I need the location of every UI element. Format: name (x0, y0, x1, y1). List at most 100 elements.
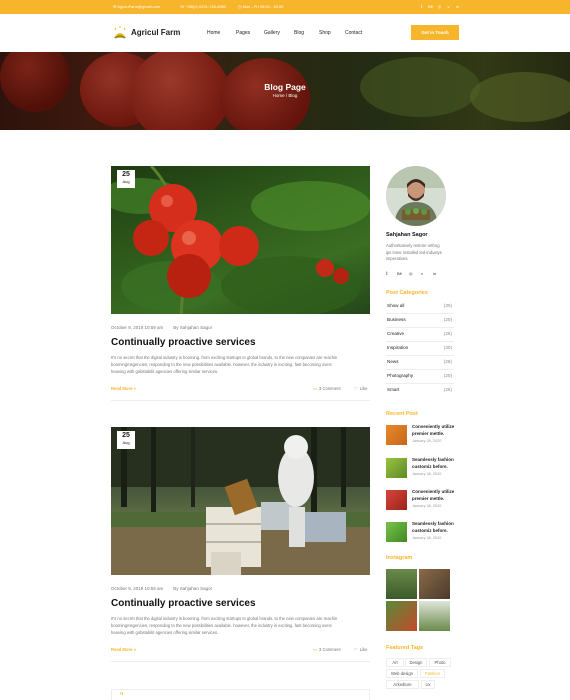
category-count: (30) (443, 345, 452, 350)
double-chevron-icon: » (133, 647, 136, 652)
tag-web-design[interactable]: Web design (386, 669, 418, 678)
post-date-badge: 25 Aug (117, 431, 135, 449)
nav-blog[interactable]: Blog (294, 30, 304, 36)
instagram-photo[interactable] (419, 569, 450, 599)
recent-post-title[interactable]: Seamlessly fashion customiz before. (412, 457, 460, 470)
recent-post-thumbnail[interactable] (386, 458, 407, 478)
post-title[interactable]: Continually proactive services (111, 337, 256, 348)
like-button[interactable]: ♡ Like (354, 386, 367, 391)
tomato-plant-image (111, 166, 370, 314)
read-more-link[interactable]: Read More » (111, 386, 136, 391)
category-name: Inspiration (387, 345, 409, 350)
author-avatar (386, 166, 446, 226)
post-date: October 9, 2019 10:59 am (111, 325, 164, 330)
category-count: (20) (443, 317, 452, 322)
heart-icon: ♡ (354, 386, 358, 391)
instagram-photo[interactable] (386, 569, 417, 599)
category-name: Creative (387, 331, 405, 336)
comment-count[interactable]: ▭ 3 Comment (313, 386, 341, 391)
comment-count[interactable]: ▭ 3 Comment (313, 647, 341, 652)
post-excerpt: It's no secret that the digital industry… (111, 615, 373, 636)
contact-phone[interactable]: ☏ +88(0) 0291-746-4982 (180, 4, 226, 9)
category-count: (28) (443, 359, 452, 364)
vimeo-icon[interactable]: v (421, 271, 423, 276)
post-image[interactable] (111, 166, 370, 314)
post-day: 25 (122, 171, 130, 178)
behance-icon[interactable]: Bē (427, 3, 434, 10)
read-more-link[interactable]: Read More » (111, 647, 136, 652)
recent-post-date: January 26, 2020 (412, 504, 442, 508)
instagram-photo[interactable] (419, 601, 450, 631)
email-text: AgricuFarm@gmail.com (117, 4, 161, 9)
tag-design[interactable]: Design (405, 658, 427, 667)
author-name: Sahjahan Sagor (386, 232, 428, 238)
category-count: (30) (443, 303, 452, 308)
excerpt-line: heaving with gobstabilit agencies offeri… (111, 630, 219, 635)
recent-post-thumbnail[interactable] (386, 425, 407, 445)
excerpt-line: boomingmsgencies, responding to the new … (111, 362, 333, 367)
instagram-heading: Instagram (386, 555, 413, 561)
like-label: Like (359, 647, 368, 652)
post-date-badge: 25 Aug (117, 170, 135, 188)
linkedin-icon[interactable]: in (454, 3, 461, 10)
like-button[interactable]: ♡ Like (354, 647, 367, 652)
recent-post-thumbnail[interactable] (386, 522, 407, 542)
featured-tags-heading: Featured Tags (386, 645, 424, 651)
phone-text: +88(0) 0291-746-4982 (186, 4, 227, 9)
opening-hours: ◷ Mon - Fri 09:00 - 18:00 (238, 4, 284, 9)
page-title: Blog Page (264, 82, 306, 92)
behance-icon[interactable]: Bē (397, 271, 402, 276)
instagram-icon[interactable]: ◎ (436, 3, 443, 10)
post-author[interactable]: By Sahjahan Sagor (173, 325, 212, 330)
nav-contact[interactable]: Contact (345, 30, 362, 36)
instagram-photo[interactable] (386, 601, 417, 631)
post-author[interactable]: By Sahjahan Sagor (173, 586, 212, 591)
recent-post-title[interactable]: Conveniently utilize premier mettle. (412, 424, 460, 437)
post-month: Aug (122, 440, 130, 445)
get-in-touch-button[interactable]: Get in Touch (411, 25, 459, 40)
logo-icon[interactable] (112, 26, 128, 40)
category-name: Show all (387, 303, 405, 308)
twitter-icon[interactable]: 𝕥 (386, 271, 388, 276)
category-item[interactable]: Business (20) (386, 314, 454, 328)
categories-heading: Post Categories (386, 290, 428, 296)
nav-pages[interactable]: Pages (236, 30, 250, 36)
breadcrumb[interactable]: Home / Blog (0, 93, 570, 98)
post-image[interactable] (111, 427, 370, 575)
category-item[interactable]: Smart (25) (386, 384, 454, 398)
instagram-icon[interactable]: ◎ (409, 271, 413, 276)
category-count: (25) (443, 331, 452, 336)
vimeo-icon[interactable]: v (445, 3, 452, 10)
recent-post-title[interactable]: Conveniently utilize premier mettle. (412, 489, 460, 502)
quote-post-card: “ (111, 689, 370, 700)
tag-ux[interactable]: Ux (421, 680, 435, 689)
category-item[interactable]: Show all (30) (386, 300, 454, 314)
tag-fashion[interactable]: Fashion (420, 669, 445, 678)
recent-post-date: January 26, 2020 (412, 472, 442, 476)
brand-name[interactable]: Agricul Farm (131, 28, 180, 37)
category-item[interactable]: Inspiration (30) (386, 342, 454, 356)
tag-arkedture[interactable]: Arkedture (386, 680, 419, 689)
linkedin-icon[interactable]: in (433, 271, 436, 276)
contact-email[interactable]: ✉ AgricuFarm@gmail.com (113, 4, 160, 9)
nav-shop[interactable]: Shop (319, 30, 331, 36)
category-name: Photography (387, 373, 414, 378)
post-excerpt: It's no secret that the digital industry… (111, 354, 373, 375)
category-item[interactable]: News (28) (386, 356, 454, 370)
recent-post-thumbnail[interactable] (386, 490, 407, 510)
comment-label: 3 Comment (318, 386, 341, 391)
category-count: (20) (443, 373, 452, 378)
tag-art[interactable]: Art (386, 658, 404, 667)
category-item[interactable]: Photography (20) (386, 370, 454, 384)
post-title[interactable]: Continually proactive services (111, 598, 256, 609)
post-day: 25 (122, 432, 130, 439)
nav-gallery[interactable]: Gallery (264, 30, 280, 36)
twitter-icon[interactable]: 𝕥 (418, 3, 425, 10)
tag-photo[interactable]: Photo (429, 658, 451, 667)
recent-post-title[interactable]: Seamlessly fashion customiz before. (412, 521, 460, 534)
nav-home[interactable]: Home (207, 30, 220, 36)
double-chevron-icon: » (133, 386, 136, 391)
post-meta: October 9, 2019 10:59 am By Sahjahan Sago… (111, 325, 212, 330)
post-divider (111, 400, 370, 401)
category-item[interactable]: Creative (25) (386, 328, 454, 342)
